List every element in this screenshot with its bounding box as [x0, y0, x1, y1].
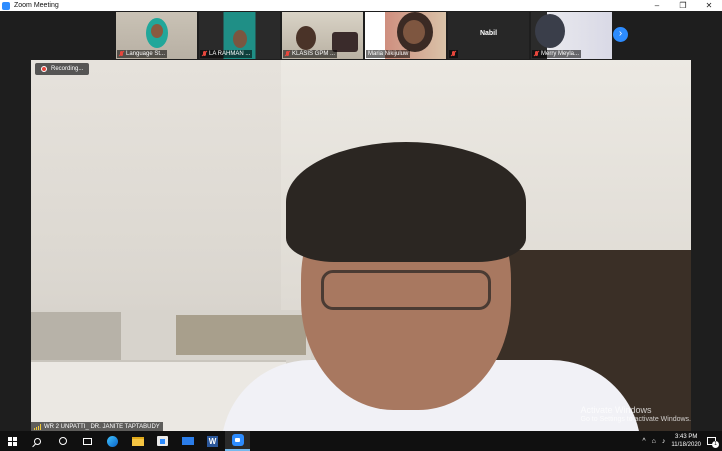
zoom-taskbar-button[interactable]	[225, 431, 250, 451]
audio-level-icon	[34, 423, 41, 430]
speaker-name-label: WR 2 UNPATTI_ DR. JANITE TAPTABUDY	[31, 422, 163, 431]
mic-muted-icon	[534, 51, 539, 57]
edge-icon	[107, 435, 118, 447]
video-background-papers	[176, 315, 306, 355]
restore-button[interactable]: ❐	[670, 0, 696, 11]
participant-video	[332, 32, 358, 52]
participant-tile[interactable]: Nabil	[448, 12, 529, 59]
participant-name-label: Merry Meyla...	[532, 50, 582, 58]
recording-label: Recording...	[51, 66, 84, 72]
participant-face	[296, 26, 316, 50]
store-taskbar-button[interactable]	[150, 431, 175, 451]
speaker-glasses	[321, 270, 491, 310]
file-explorer-taskbar-button[interactable]	[125, 431, 150, 451]
start-button[interactable]	[0, 431, 25, 451]
search-button[interactable]	[25, 431, 50, 451]
zoom-app-icon	[2, 1, 10, 10]
cortana-icon	[58, 437, 67, 445]
participant-name: LA RAHMAN ...	[209, 51, 251, 57]
recording-indicator[interactable]: Recording...	[35, 63, 90, 75]
participant-name-label: Language St...	[117, 50, 168, 58]
title-bar: Zoom Meeting – ❐ ✕	[0, 0, 722, 11]
watermark-title: Activate Windows	[580, 405, 652, 415]
mic-muted-icon	[202, 51, 207, 57]
participant-name: Nabil	[479, 30, 498, 37]
participant-face	[233, 30, 247, 48]
mic-muted-icon	[451, 51, 456, 57]
mail-taskbar-button[interactable]	[175, 431, 200, 451]
participant-strip: Language St... LA RAHMAN ... KLASIS GPM …	[116, 12, 612, 59]
meeting-area: Language St... LA RAHMAN ... KLASIS GPM …	[0, 11, 722, 431]
system-tray: ^ ⌂ ♪ 3:43 PM 11/18/2020 1	[642, 431, 722, 451]
store-icon	[157, 436, 168, 446]
clock-time: 3:43 PM	[675, 434, 698, 440]
taskbar-clock[interactable]: 3:43 PM 11/18/2020	[671, 433, 701, 449]
mic-muted-icon	[285, 51, 290, 57]
participant-tile[interactable]: LA RAHMAN ...	[199, 12, 280, 59]
participant-name: Merry Meyla...	[541, 51, 580, 57]
zoom-app: Zoom Meeting – ❐ ✕ Language St... LA RAH…	[0, 0, 722, 451]
participant-tile[interactable]: KLASIS GPM ...	[282, 12, 363, 59]
window-controls: – ❐ ✕	[644, 0, 722, 11]
volume-icon[interactable]: ♪	[662, 438, 666, 445]
clock-date: 11/18/2020	[671, 442, 701, 448]
word-icon: W	[207, 435, 218, 447]
minimize-button[interactable]: –	[644, 0, 670, 11]
participant-name: KLASIS GPM ...	[292, 51, 336, 57]
activate-windows-watermark: Activate Windows Go to Settings to activ…	[581, 405, 692, 423]
video-background-papers	[31, 312, 121, 367]
word-taskbar-button[interactable]: W	[200, 431, 225, 451]
watermark-subtitle: Go to Settings to activate Windows.	[580, 416, 692, 423]
task-view-button[interactable]	[75, 431, 100, 451]
active-speaker-video: Recording... Activate Windows Go to Sett…	[31, 60, 691, 431]
participant-name-label	[449, 50, 458, 58]
windows-taskbar: W ^ ⌂ ♪ 3:43 PM 11/18/2020 1	[0, 431, 722, 451]
participant-name-label: LA RAHMAN ...	[200, 50, 253, 58]
next-page-chevron-icon[interactable]: ›	[613, 27, 628, 42]
edge-taskbar-button[interactable]	[100, 431, 125, 451]
participant-tile[interactable]: Language St...	[116, 12, 197, 59]
search-icon	[34, 437, 41, 445]
participant-name: Maria Nikijuluw	[368, 51, 409, 57]
task-view-icon	[83, 437, 92, 445]
speaker-name: WR 2 UNPATTI_ DR. JANITE TAPTABUDY	[44, 423, 160, 430]
speaker-hair	[286, 142, 526, 262]
cortana-button[interactable]	[50, 431, 75, 451]
participant-name-label: KLASIS GPM ...	[283, 50, 338, 58]
zoom-icon	[231, 434, 244, 446]
network-icon[interactable]: ⌂	[652, 438, 656, 445]
participant-face	[535, 14, 565, 48]
participant-name: Language St...	[126, 51, 166, 57]
participant-face	[403, 20, 425, 44]
notification-count-badge: 1	[712, 441, 719, 448]
show-hidden-icons-chevron-icon[interactable]: ^	[642, 438, 645, 445]
windows-start-icon	[8, 436, 17, 446]
action-center-icon[interactable]: 1	[707, 437, 719, 448]
participant-name-label: Maria Nikijuluw	[366, 50, 411, 58]
window-title: Zoom Meeting	[14, 2, 59, 9]
file-explorer-icon	[131, 436, 144, 446]
mail-icon	[181, 437, 194, 445]
participant-tile[interactable]: Merry Meyla...	[531, 12, 612, 59]
participant-tile[interactable]: Maria Nikijuluw	[365, 12, 446, 59]
mic-muted-icon	[119, 51, 124, 57]
recording-dot-icon	[41, 66, 47, 72]
close-button[interactable]: ✕	[696, 0, 722, 11]
participant-face	[151, 24, 163, 38]
